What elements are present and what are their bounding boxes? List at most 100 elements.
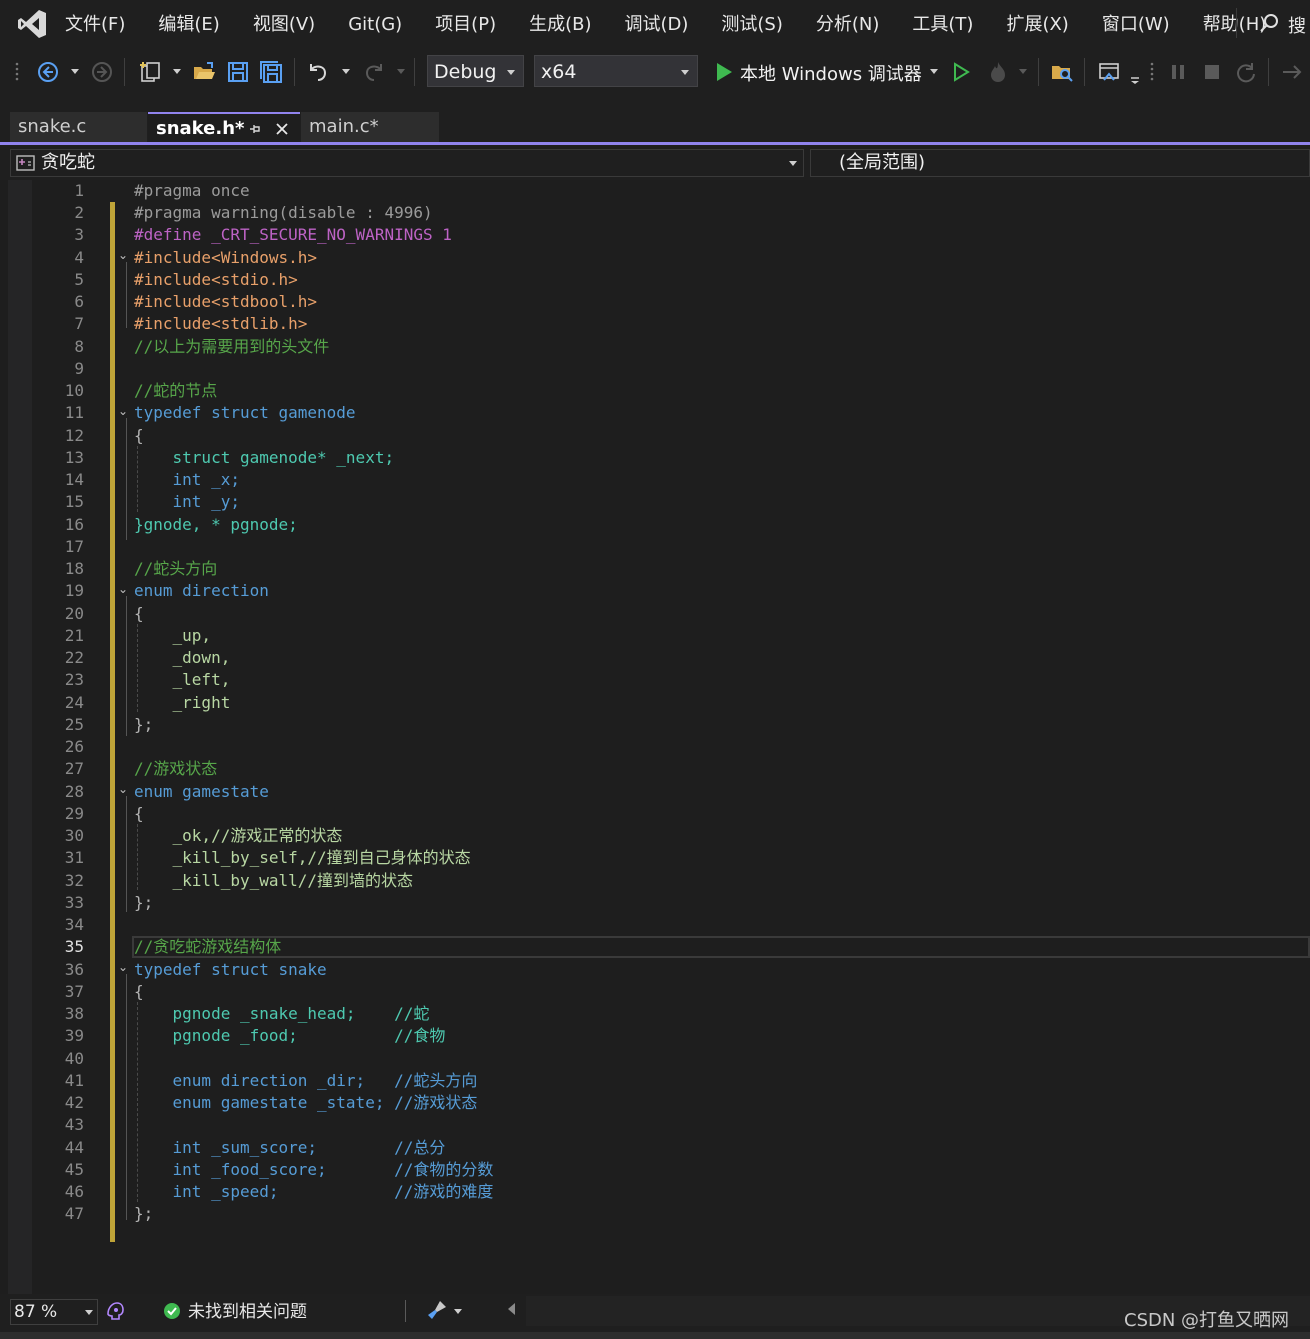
code-text: //游戏状态 (134, 759, 218, 778)
menu-file[interactable]: 文件(F) (48, 0, 141, 50)
watermark: CSDN @打鱼又晒网 (1124, 1310, 1290, 1331)
code-line: }; (134, 1203, 153, 1225)
code-line: typedef struct snake (134, 959, 327, 981)
configuration-select[interactable]: Debug (427, 55, 524, 87)
code-line: _down, (134, 647, 231, 669)
toolbar-separator (1038, 58, 1039, 86)
redo-dropdown-icon[interactable] (397, 69, 405, 74)
open-folder-icon[interactable] (192, 60, 216, 84)
undo-dropdown-icon[interactable] (342, 69, 350, 74)
code-line: }gnode, * pgnode; (134, 514, 298, 536)
line-number: 47 (64, 1204, 84, 1223)
tab-label: snake.c (18, 116, 87, 137)
menu-extensions[interactable]: 扩展(X) (989, 0, 1084, 50)
start-without-debugging-icon[interactable] (949, 60, 973, 84)
outline-guide (126, 796, 127, 912)
start-debugger-button[interactable]: 本地 Windows 调试器 (740, 60, 922, 86)
global-scope-label: (全局范围) (839, 152, 926, 173)
debugger-dropdown-icon[interactable] (930, 69, 938, 74)
hot-reload-dropdown-icon[interactable] (1019, 69, 1027, 74)
search-label[interactable]: 搜 (1288, 12, 1306, 38)
redo-icon[interactable] (362, 60, 386, 84)
code-line: #pragma once (134, 180, 250, 202)
line-number: 27 (64, 759, 84, 778)
hot-reload-icon[interactable] (986, 60, 1010, 84)
start-debugging-icon[interactable] (712, 60, 736, 84)
code-text: #define _CRT_SECURE_NO_WARNINGS 1 (134, 225, 452, 244)
menu-analyze[interactable]: 分析(N) (799, 0, 896, 50)
menu-git[interactable]: Git(G) (331, 0, 418, 50)
find-in-files-folder-icon[interactable] (1050, 60, 1074, 84)
editor-glyph-margin[interactable] (8, 180, 32, 1294)
zoom-level-select[interactable]: 87 % (10, 1299, 98, 1325)
status-separator (405, 1300, 406, 1322)
menu-test[interactable]: 测试(S) (704, 0, 798, 50)
menu-edit[interactable]: 编辑(E) (141, 0, 235, 50)
save-all-icon[interactable] (259, 60, 283, 84)
code-editor[interactable]: ⌄ ⌄ ⌄ ⌄ ⌄ 1 2 3 4 5 6 7 8 9 10 11 12 13 14 15 16 17 18 19 2… (0, 180, 1310, 1294)
fold-collapse-icon[interactable]: ⌄ (118, 583, 128, 595)
stop-icon[interactable] (1200, 60, 1224, 84)
menu-view[interactable]: 视图(V) (236, 0, 331, 50)
toolbar-overflow-icon[interactable] (1128, 60, 1142, 84)
code-line: #include<stdio.h> (134, 269, 298, 291)
code-line: //游戏状态 (134, 758, 217, 780)
code-text: #include<stdbool.h> (134, 292, 318, 311)
search-icon[interactable] (1258, 12, 1280, 34)
line-number: 41 (64, 1071, 84, 1090)
save-icon[interactable] (226, 60, 250, 84)
toolbar-grip-icon[interactable] (1149, 60, 1159, 84)
code-cleanup-brush-icon[interactable] (426, 1299, 448, 1321)
fold-collapse-icon[interactable]: ⌄ (118, 961, 128, 973)
pause-icon[interactable] (1167, 60, 1191, 84)
navigate-forward-icon[interactable] (90, 60, 114, 84)
code-line: { (134, 425, 144, 447)
restart-icon[interactable] (1234, 60, 1258, 84)
code-text: //蛇的节点 (134, 381, 218, 400)
fold-collapse-icon[interactable]: ⌄ (118, 249, 128, 261)
toolbar-grip-icon[interactable] (14, 60, 24, 84)
tab-main-c[interactable]: main.c* (301, 112, 439, 144)
menu-window[interactable]: 窗口(W) (1085, 0, 1186, 50)
code-text: { (134, 804, 144, 823)
line-number: 6 (74, 292, 84, 311)
issues-status[interactable]: 未找到相关问题 (188, 1299, 307, 1325)
new-project-icon[interactable] (139, 60, 163, 84)
code-line: //蛇头方向 (134, 558, 217, 580)
code-line: { (134, 803, 144, 825)
line-number: 43 (64, 1115, 84, 1134)
tab-snake-c[interactable]: snake.c (10, 112, 147, 144)
pin-icon[interactable] (248, 122, 262, 136)
outline-guide (126, 596, 127, 736)
close-icon[interactable] (275, 122, 289, 136)
code-line: //贪吃蛇游戏结构体 (134, 936, 281, 958)
intellicode-icon[interactable] (104, 1300, 126, 1322)
line-number: 30 (64, 826, 84, 845)
menu-tools[interactable]: 工具(T) (895, 0, 989, 50)
menu-build[interactable]: 生成(B) (512, 0, 607, 50)
fold-collapse-icon[interactable]: ⌄ (118, 405, 128, 417)
layout-window-icon[interactable] (1097, 60, 1121, 84)
platform-select[interactable]: x64 (534, 55, 698, 87)
new-project-dropdown-icon[interactable] (173, 69, 181, 74)
configuration-value: Debug (434, 61, 497, 83)
menu-project[interactable]: 项目(P) (418, 0, 512, 50)
toolbar-separator (124, 58, 125, 86)
tab-snake-h[interactable]: snake.h* (148, 112, 300, 144)
undo-icon[interactable] (306, 60, 330, 84)
menu-debug[interactable]: 调试(D) (608, 0, 705, 50)
chevron-down-icon[interactable] (454, 1309, 462, 1314)
tab-label: main.c* (309, 116, 379, 137)
scroll-left-icon[interactable] (508, 1303, 515, 1315)
global-scope-dropdown[interactable]: (全局范围) (810, 149, 1310, 177)
show-next-statement-icon[interactable] (1280, 60, 1304, 84)
visual-studio-logo-icon[interactable] (16, 8, 48, 40)
fold-collapse-icon[interactable]: ⌄ (118, 783, 128, 795)
navigate-back-dropdown-icon[interactable] (71, 69, 79, 74)
line-number: 11 (64, 403, 84, 422)
toolbar-separator (414, 58, 415, 86)
line-number: 22 (64, 648, 84, 667)
line-number: 13 (64, 448, 84, 467)
navigate-back-icon[interactable] (36, 60, 60, 84)
project-scope-dropdown[interactable]: 贪吃蛇 (10, 149, 804, 177)
